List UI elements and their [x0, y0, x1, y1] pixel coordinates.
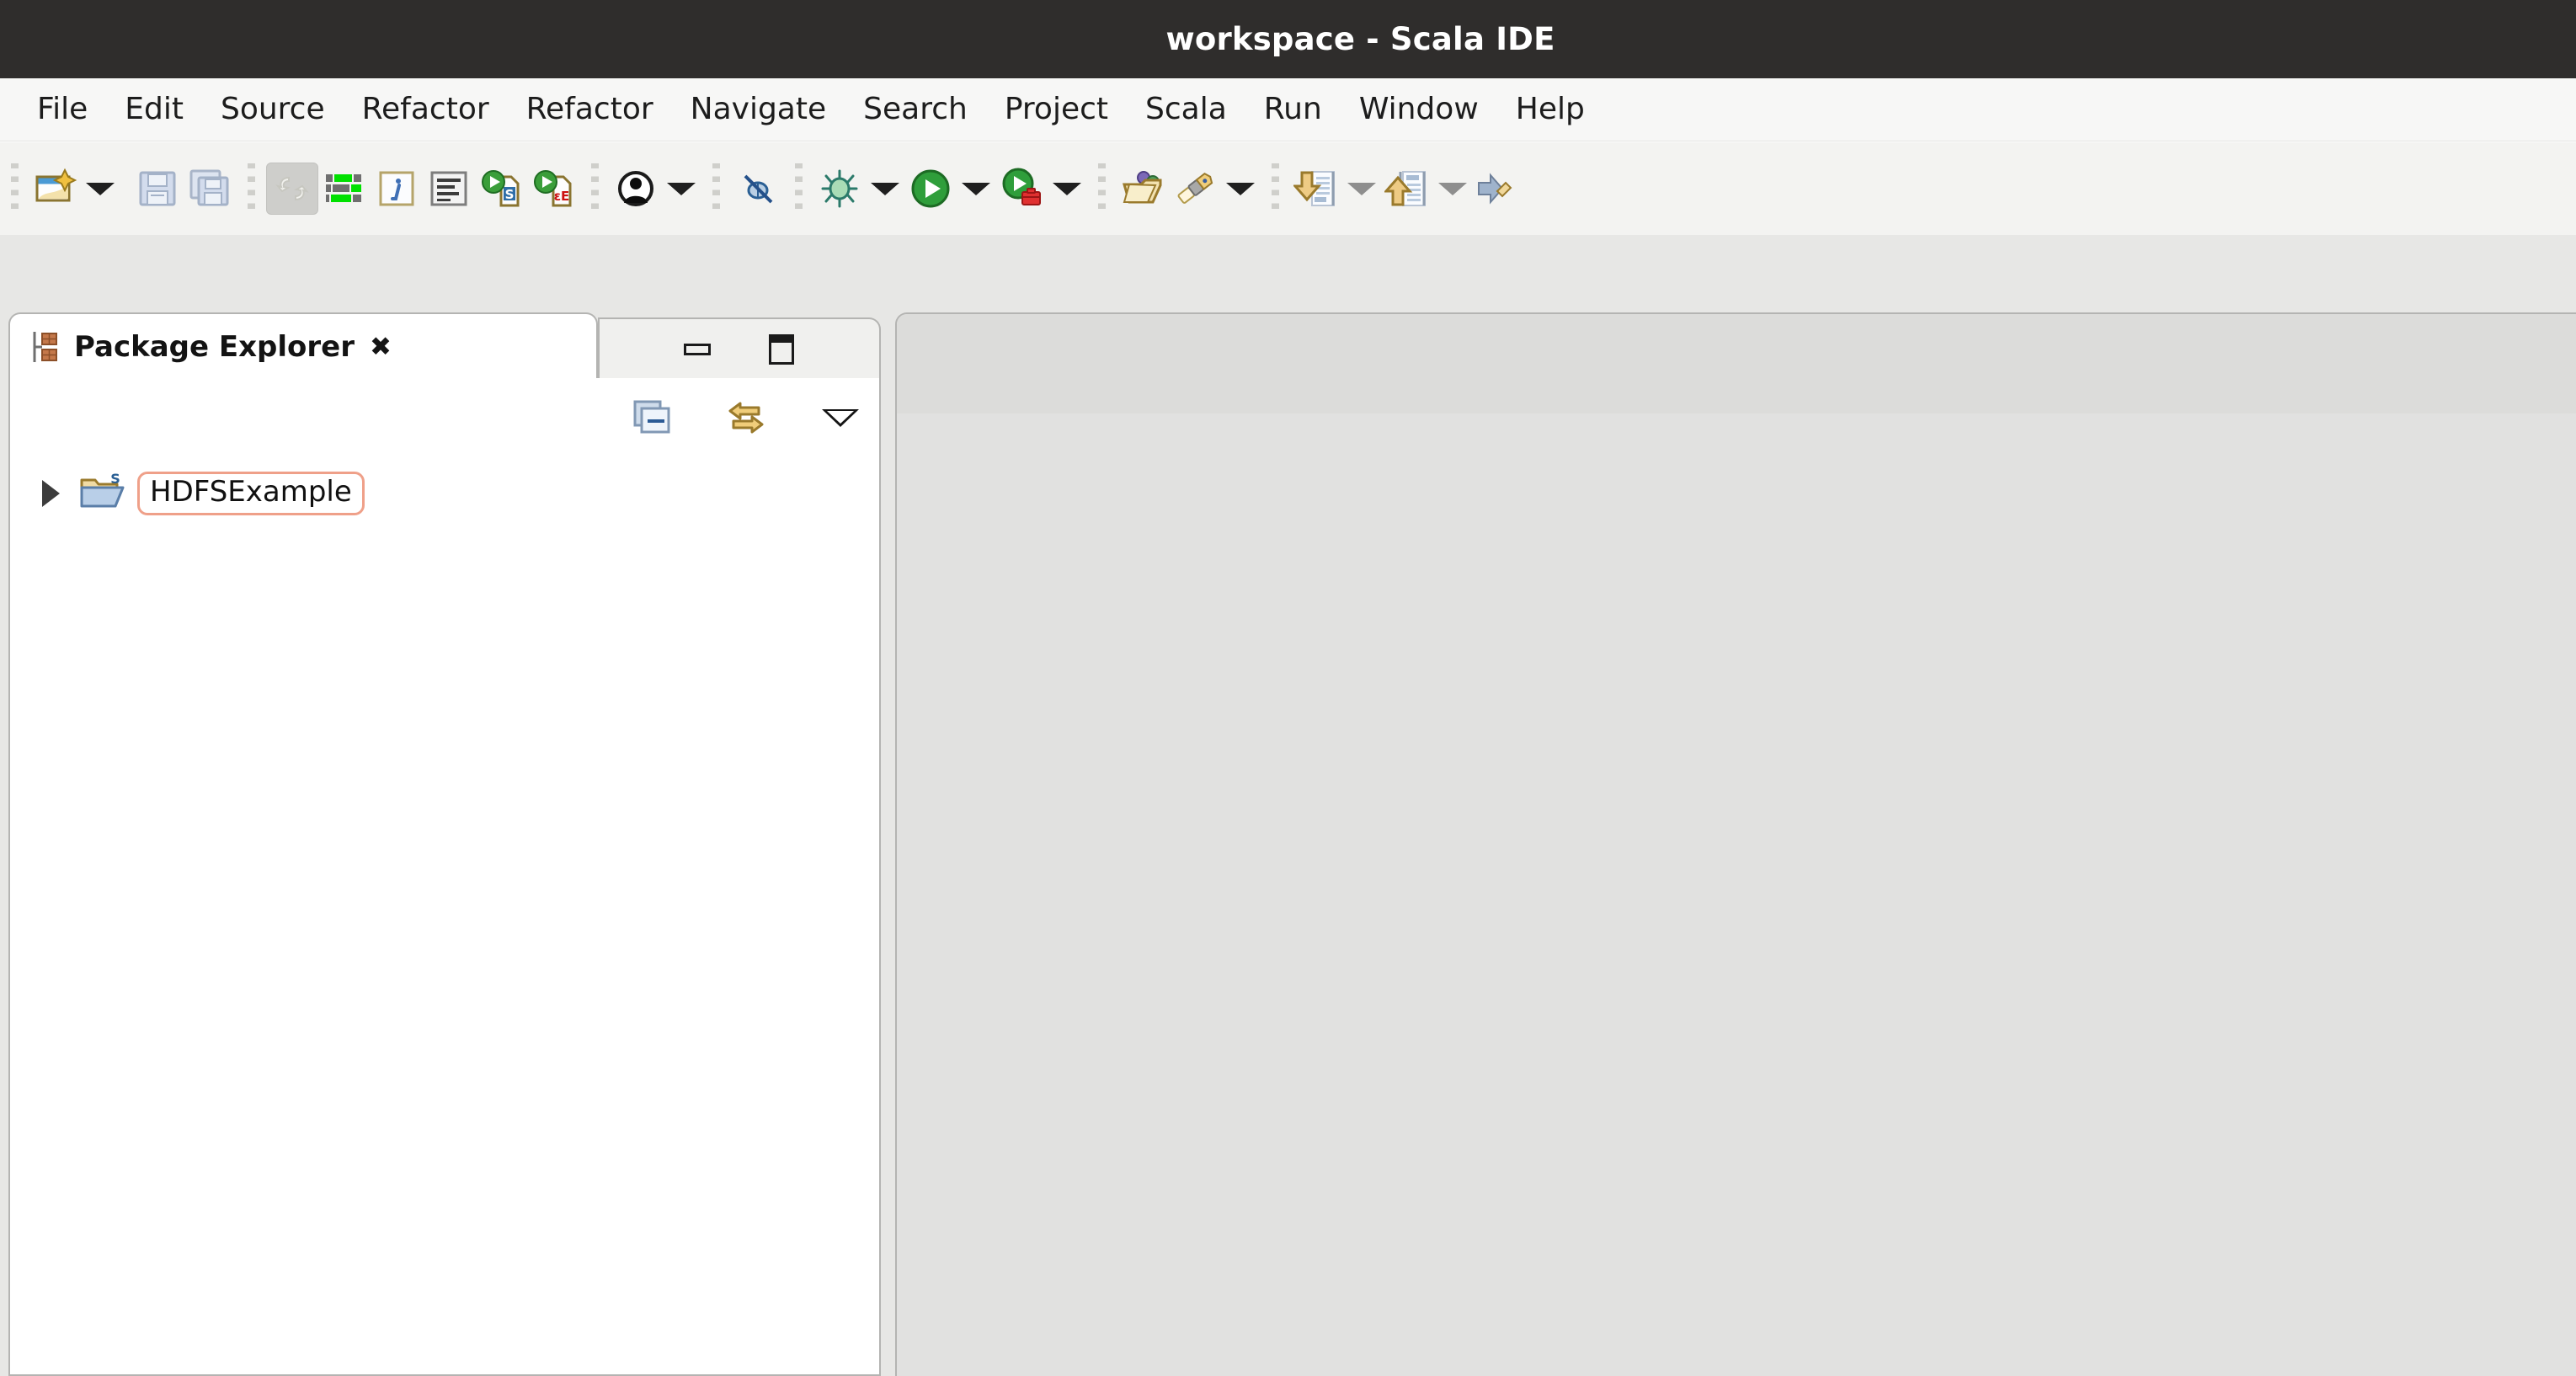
- run-dropdown-icon[interactable]: [957, 163, 995, 215]
- toolbar-separator: [586, 158, 603, 219]
- package-explorer-icon: [32, 330, 61, 364]
- open-perspective-icon[interactable]: [610, 163, 662, 215]
- menu-refactor-1[interactable]: Refactor: [344, 94, 508, 125]
- toolbar-separator: [790, 158, 807, 219]
- run-external-tools-dropdown-icon[interactable]: [1048, 163, 1086, 215]
- view-menu-icon[interactable]: [817, 394, 864, 441]
- toolbar-separator: [243, 158, 259, 219]
- tree-item-hdfsexample[interactable]: S HDFSExample: [10, 471, 879, 516]
- window-title: workspace - Scala IDE: [1165, 21, 1555, 57]
- view-tab-row: Package Explorer ✖: [8, 312, 881, 380]
- open-task-dropdown-icon[interactable]: [1221, 163, 1260, 215]
- svg-text:S: S: [110, 472, 120, 487]
- open-task-icon[interactable]: [1169, 163, 1221, 215]
- svg-text:εE: εE: [554, 189, 570, 204]
- run-external-tools-icon[interactable]: [995, 163, 1048, 215]
- project-tree: S HDFSExample: [10, 471, 879, 516]
- run-scala-worksheet-icon[interactable]: S: [475, 163, 527, 215]
- minimize-icon[interactable]: [680, 333, 714, 366]
- menu-refactor-2[interactable]: Refactor: [508, 94, 672, 125]
- menu-run[interactable]: Run: [1245, 94, 1341, 125]
- format-source-icon[interactable]: [423, 163, 475, 215]
- menu-navigate[interactable]: Navigate: [672, 94, 845, 125]
- debug-icon[interactable]: [813, 163, 866, 215]
- debug-dropdown-icon[interactable]: [866, 163, 904, 215]
- workbench-area: Package Explorer ✖ S HDFSExample: [0, 235, 2576, 1376]
- previous-annotation-icon[interactable]: [1290, 163, 1342, 215]
- close-icon[interactable]: ✖: [370, 333, 392, 360]
- expand-arrow-icon[interactable]: [42, 480, 60, 507]
- run-icon[interactable]: [904, 163, 957, 215]
- scala-project-folder-icon: S: [78, 471, 125, 515]
- menu-window[interactable]: Window: [1341, 94, 1497, 125]
- collapse-all-icon[interactable]: [628, 394, 675, 441]
- menu-search[interactable]: Search: [845, 94, 986, 125]
- main-toolbar: S εE: [0, 142, 2576, 235]
- previous-annotation-dropdown-icon[interactable]: [1342, 163, 1381, 215]
- menu-file[interactable]: File: [19, 94, 106, 125]
- maximize-icon[interactable]: [765, 331, 798, 368]
- skip-all-breakpoints-icon[interactable]: [731, 163, 783, 215]
- new-wizard-icon[interactable]: [29, 163, 81, 215]
- tab-label: Package Explorer: [74, 330, 355, 364]
- open-type-icon[interactable]: [1117, 163, 1169, 215]
- tree-item-selection-outline: HDFSExample: [137, 472, 365, 515]
- svg-text:S: S: [505, 187, 515, 202]
- save-all-icon[interactable]: [184, 163, 236, 215]
- toolbar-separator: [1267, 158, 1283, 219]
- toggle-mark-occurrences-icon[interactable]: [266, 163, 318, 215]
- menu-scala[interactable]: Scala: [1127, 94, 1245, 125]
- package-explorer-view: Package Explorer ✖ S HDFSExample: [8, 312, 881, 1376]
- view-toolbar: [628, 388, 864, 447]
- tree-item-label: HDFSExample: [150, 475, 352, 509]
- toolbar-separator: [707, 158, 724, 219]
- new-wizard-dropdown-icon[interactable]: [81, 163, 120, 215]
- scala-outline-icon[interactable]: [318, 163, 371, 215]
- package-explorer-body: S HDFSExample: [8, 378, 881, 1376]
- save-icon[interactable]: [131, 163, 184, 215]
- menubar: File Edit Source Refactor Refactor Navigate Se…: [0, 78, 2576, 141]
- last-edit-location-icon[interactable]: [1472, 163, 1524, 215]
- editor-tabstrip: [897, 314, 2576, 413]
- editor-area[interactable]: [895, 312, 2576, 1376]
- tab-package-explorer[interactable]: Package Explorer ✖: [8, 312, 598, 380]
- menu-help[interactable]: Help: [1497, 94, 1603, 125]
- run-scala-interpreter-icon[interactable]: εE: [527, 163, 579, 215]
- toolbar-separator: [1093, 158, 1110, 219]
- link-with-editor-icon[interactable]: [723, 394, 770, 441]
- next-annotation-icon[interactable]: [1381, 163, 1433, 215]
- scala-info-icon[interactable]: [371, 163, 423, 215]
- open-perspective-dropdown-icon[interactable]: [662, 163, 701, 215]
- menu-project[interactable]: Project: [986, 94, 1127, 125]
- view-window-controls: [598, 317, 881, 380]
- menu-source[interactable]: Source: [202, 94, 344, 125]
- toolbar-gripper[interactable]: [7, 158, 24, 219]
- next-annotation-dropdown-icon[interactable]: [1433, 163, 1472, 215]
- menu-edit[interactable]: Edit: [106, 94, 202, 125]
- window-titlebar: workspace - Scala IDE: [0, 0, 2576, 78]
